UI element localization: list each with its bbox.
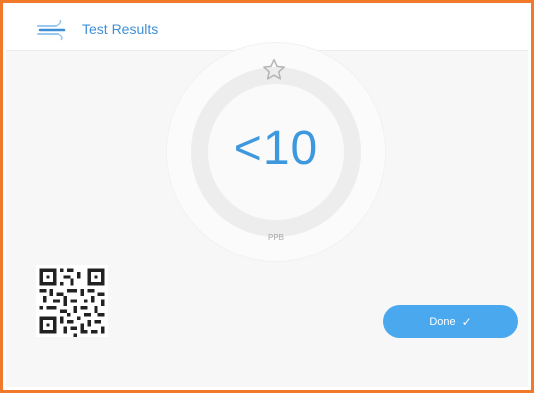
measurement-unit: PPB [267,233,284,242]
check-icon: ✓ [461,314,472,329]
done-button[interactable]: Done ✓ [383,305,518,338]
measurement-value: <10 [233,122,319,175]
done-button-label: Done [429,315,456,328]
page-title: Test Results [82,21,159,37]
star-outline-icon[interactable] [261,57,287,83]
qr-code [36,265,108,337]
wind-flow-icon [37,19,66,41]
screen-frame: Test Results <10 PPB Done ✓ [0,0,534,393]
